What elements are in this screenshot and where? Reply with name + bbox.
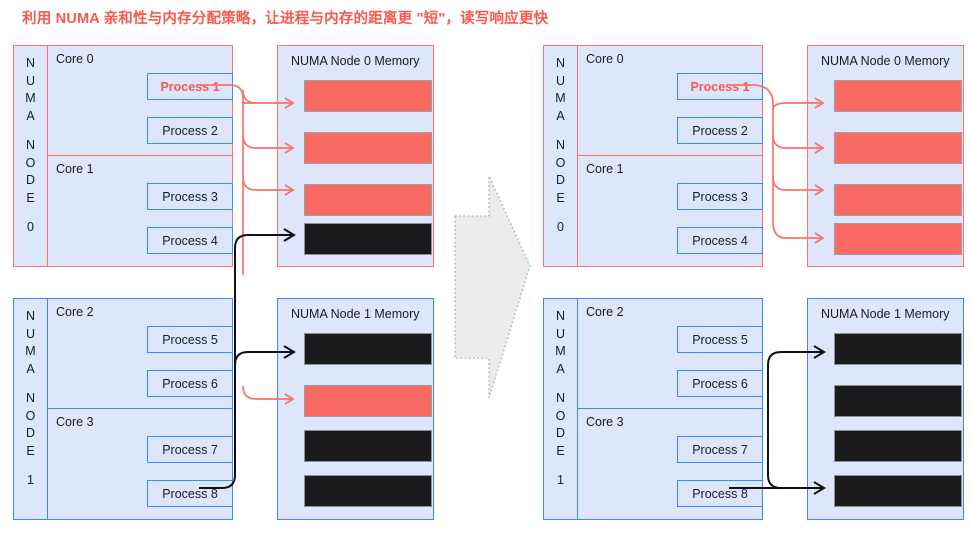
diagram-canvas: 利用 NUMA 亲和性与内存分配策略，让进程与内存的距离更 "短"，读写响应更快… (0, 0, 971, 533)
wire-red-left-b2 (242, 134, 292, 149)
wire-red-right-trunk (729, 84, 822, 239)
transformation-arrow (454, 175, 531, 399)
wire-red-left-b3 (242, 176, 292, 191)
wire-black-left-branch (234, 351, 292, 366)
wire-red-right-b3 (772, 176, 822, 191)
connector-layer (199, 84, 826, 495)
wire-black-right-up (767, 351, 822, 489)
wire-red-right-b2 (772, 134, 822, 149)
wire-red-left-trunk (199, 84, 244, 275)
wire-red-right-b1 (772, 102, 822, 111)
wire-red-left-b1b (242, 89, 257, 104)
wire-red-left-mem1 (242, 385, 292, 400)
wire-black-left-trunk (199, 234, 292, 489)
